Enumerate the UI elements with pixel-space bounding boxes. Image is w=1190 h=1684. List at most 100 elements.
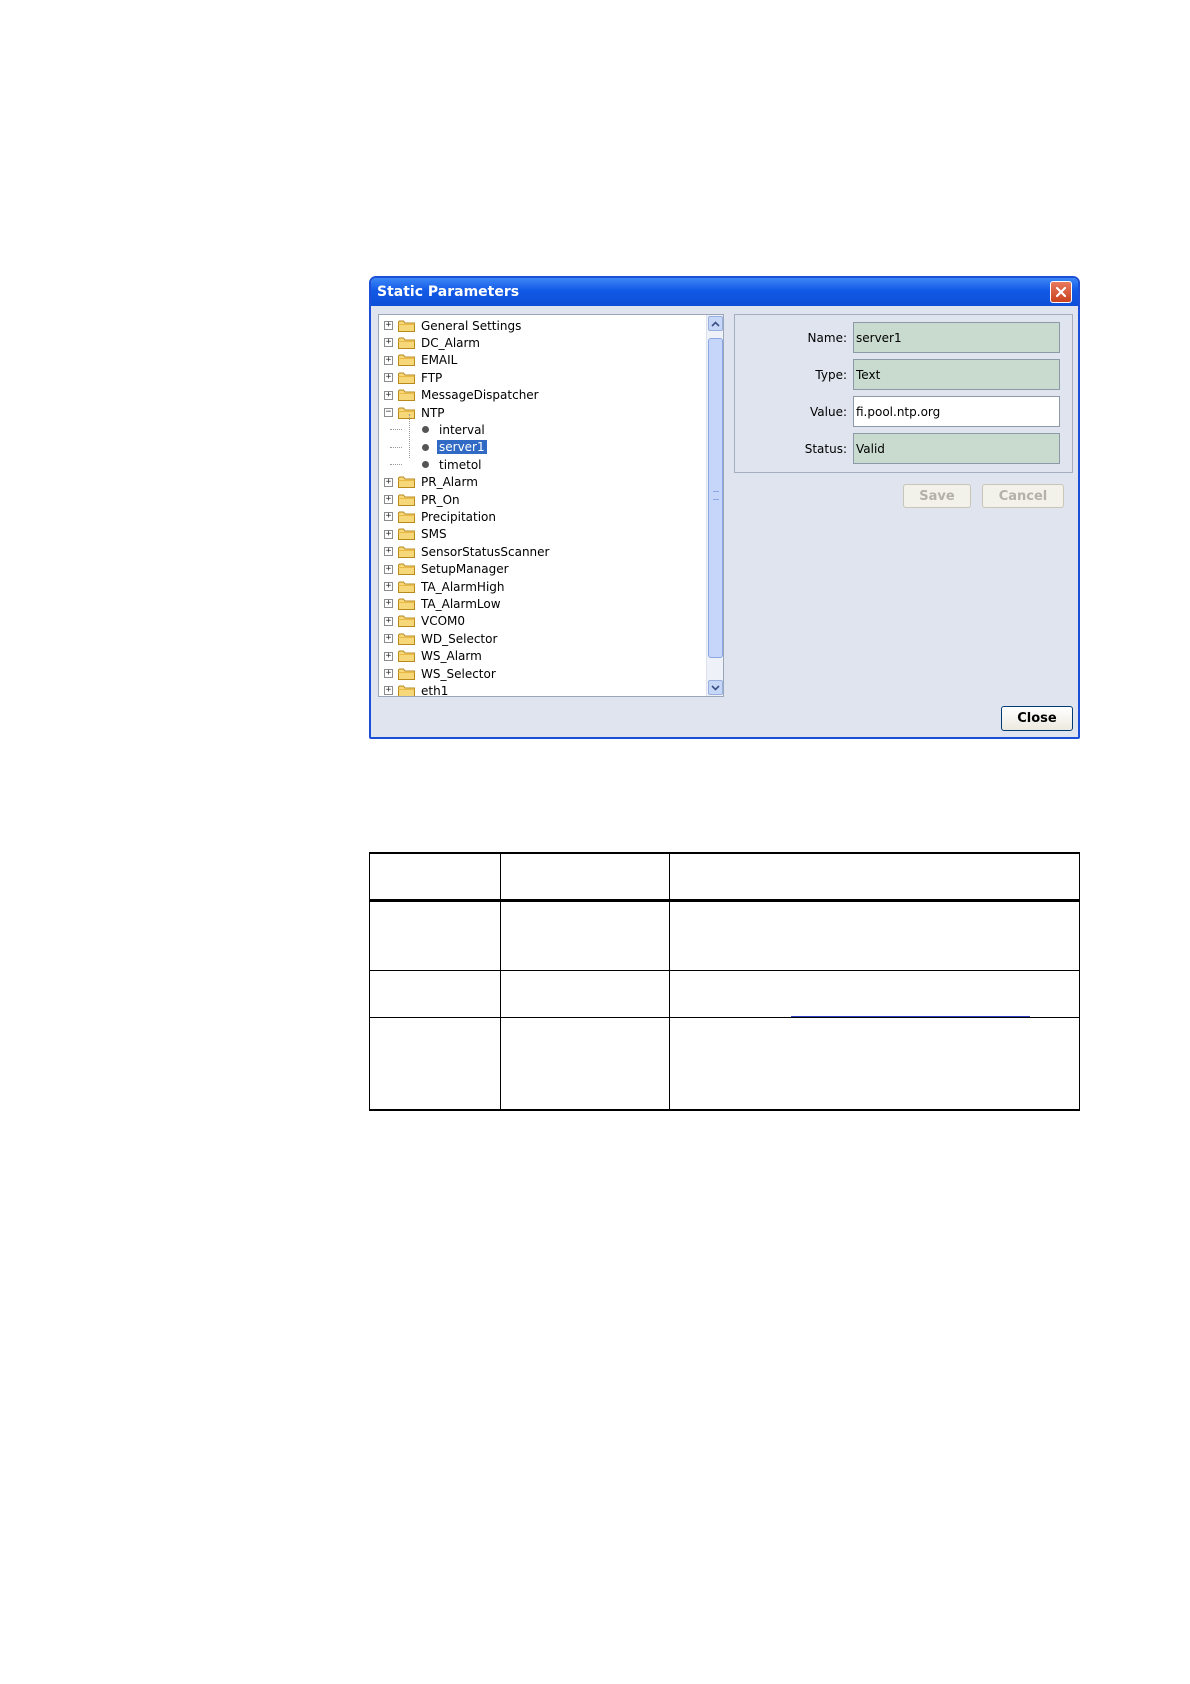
expand-icon[interactable]: + xyxy=(384,495,393,504)
tree-item-label: EMAIL xyxy=(421,353,458,368)
folder-icon xyxy=(398,685,415,696)
expand-icon[interactable]: + xyxy=(384,373,393,383)
expand-icon[interactable]: + xyxy=(384,634,393,644)
value-label: Value: xyxy=(810,405,847,419)
table-cell xyxy=(369,1017,501,1111)
folder-icon xyxy=(398,337,415,349)
scroll-down-button[interactable] xyxy=(708,680,723,695)
tree-item-label: WS_Alarm xyxy=(421,649,482,664)
tree-folder-item[interactable]: + TA_AlarmHigh xyxy=(379,578,507,595)
tree-folder-item[interactable]: + FTP xyxy=(379,369,444,386)
tree-folder-item[interactable]: + WS_Selector xyxy=(379,665,498,682)
bullet-icon xyxy=(422,426,429,434)
value-input[interactable]: fi.pool.ntp.org xyxy=(853,396,1060,427)
status-row: Status: Valid xyxy=(735,433,1072,467)
table-header-cell xyxy=(669,852,1080,902)
expand-icon[interactable]: + xyxy=(384,564,393,574)
collapse-icon[interactable]: − xyxy=(384,408,393,417)
table-cell xyxy=(500,1017,670,1111)
folder-icon xyxy=(398,598,415,610)
tree-folder-item[interactable]: + WS_Alarm xyxy=(379,648,484,665)
tree-folder-item[interactable]: − NTP xyxy=(379,404,447,421)
folder-icon xyxy=(398,476,415,489)
tree-folder-item[interactable]: + VCOM0 xyxy=(379,613,467,630)
tree-folder-item[interactable]: + General Settings xyxy=(379,317,523,334)
expand-icon[interactable]: + xyxy=(384,669,393,678)
save-button[interactable]: Save xyxy=(903,484,971,508)
tree-item-label: eth1 xyxy=(421,683,449,697)
tree-item-label: General Settings xyxy=(421,318,522,333)
tree-folder-item[interactable]: + PR_On xyxy=(379,491,462,508)
window-close-button[interactable] xyxy=(1050,281,1072,303)
tree-folder-item[interactable]: + EMAIL xyxy=(379,352,459,369)
tree-item-label: DC_Alarm xyxy=(421,335,480,350)
table-cell xyxy=(369,900,501,971)
folder-icon xyxy=(398,511,415,523)
table-row xyxy=(369,1017,1080,1111)
expand-icon[interactable]: + xyxy=(384,582,393,591)
expand-icon[interactable]: + xyxy=(384,321,393,330)
expand-icon[interactable]: + xyxy=(384,477,393,487)
tree-folder-item[interactable]: + MessageDispatcher xyxy=(379,387,541,404)
parameter-tree[interactable]: + General Settings + DC_Alarm + EMAIL + FTP + Mes… xyxy=(378,314,724,697)
tree-item-label: PR_Alarm xyxy=(421,475,478,490)
expand-icon[interactable]: + xyxy=(384,616,393,626)
tree-item-label: TA_AlarmHigh xyxy=(421,579,505,594)
tree-folder-item[interactable]: + DC_Alarm xyxy=(379,334,482,351)
tree-item-label: timetol xyxy=(439,457,482,472)
tree-scrollbar[interactable] xyxy=(706,315,723,696)
tree-folder-item[interactable]: + SetupManager xyxy=(379,561,511,578)
folder-icon xyxy=(398,668,415,680)
table-cell xyxy=(669,900,1080,971)
hyperlink-underline[interactable] xyxy=(791,1016,1030,1017)
tree-folder-item[interactable]: + SMS xyxy=(379,526,449,543)
close-button[interactable]: Close xyxy=(1001,706,1073,731)
tree-folder-item[interactable]: + SensorStatusScanner xyxy=(379,543,551,560)
folder-icon xyxy=(398,650,415,663)
dialog-titlebar[interactable]: Static Parameters xyxy=(371,278,1078,306)
tree-connector xyxy=(390,464,402,466)
folder-icon xyxy=(398,528,415,541)
tree-list: + General Settings + DC_Alarm + EMAIL + FTP + Mes… xyxy=(379,315,705,696)
tree-leaf-item[interactable]: server1 xyxy=(390,439,487,456)
table-header-cell xyxy=(369,852,501,902)
scroll-up-button[interactable] xyxy=(708,316,723,331)
expand-icon[interactable]: + xyxy=(384,390,393,400)
folder-icon xyxy=(398,407,415,419)
expand-icon[interactable]: + xyxy=(384,651,393,661)
expand-icon[interactable]: + xyxy=(384,355,393,365)
tree-folder-item[interactable]: + WD_Selector xyxy=(379,630,499,647)
parameter-table xyxy=(369,852,1080,1111)
cancel-button[interactable]: Cancel xyxy=(982,484,1064,508)
expand-icon[interactable]: + xyxy=(384,686,393,696)
expand-icon[interactable]: + xyxy=(384,599,393,609)
tree-item-label: SensorStatusScanner xyxy=(421,544,550,559)
folder-icon xyxy=(398,633,415,645)
name-field: server1 xyxy=(853,322,1060,353)
tree-item-label: SetupManager xyxy=(421,562,509,577)
tree-folder-item[interactable]: + PR_Alarm xyxy=(379,474,480,491)
scroll-thumb[interactable] xyxy=(708,338,723,658)
tree-item-label: WD_Selector xyxy=(421,631,498,646)
tree-vertical-connector xyxy=(409,414,410,458)
table-cell xyxy=(369,970,501,1018)
expand-icon[interactable]: + xyxy=(384,547,393,557)
tree-leaf-item[interactable]: interval xyxy=(390,421,487,438)
tree-leaf-item[interactable]: timetol xyxy=(390,456,484,473)
close-x-icon xyxy=(1055,286,1067,298)
tree-connector xyxy=(390,429,402,431)
tree-folder-item[interactable]: + eth1 xyxy=(379,682,450,697)
folder-icon xyxy=(398,372,415,384)
tree-item-label: Precipitation xyxy=(421,509,497,524)
tree-item-label: NTP xyxy=(421,405,445,420)
expand-icon[interactable]: + xyxy=(384,512,393,522)
tree-folder-item[interactable]: + Precipitation xyxy=(379,508,498,525)
expand-icon[interactable]: + xyxy=(384,529,393,539)
tree-connector xyxy=(390,446,402,448)
type-field: Text xyxy=(853,359,1060,390)
tree-item-label: server1 xyxy=(437,440,487,455)
type-row: Type: Text xyxy=(735,359,1072,393)
expand-icon[interactable]: + xyxy=(384,338,393,348)
tree-folder-item[interactable]: + TA_AlarmLow xyxy=(379,595,503,612)
folder-icon xyxy=(398,354,415,367)
